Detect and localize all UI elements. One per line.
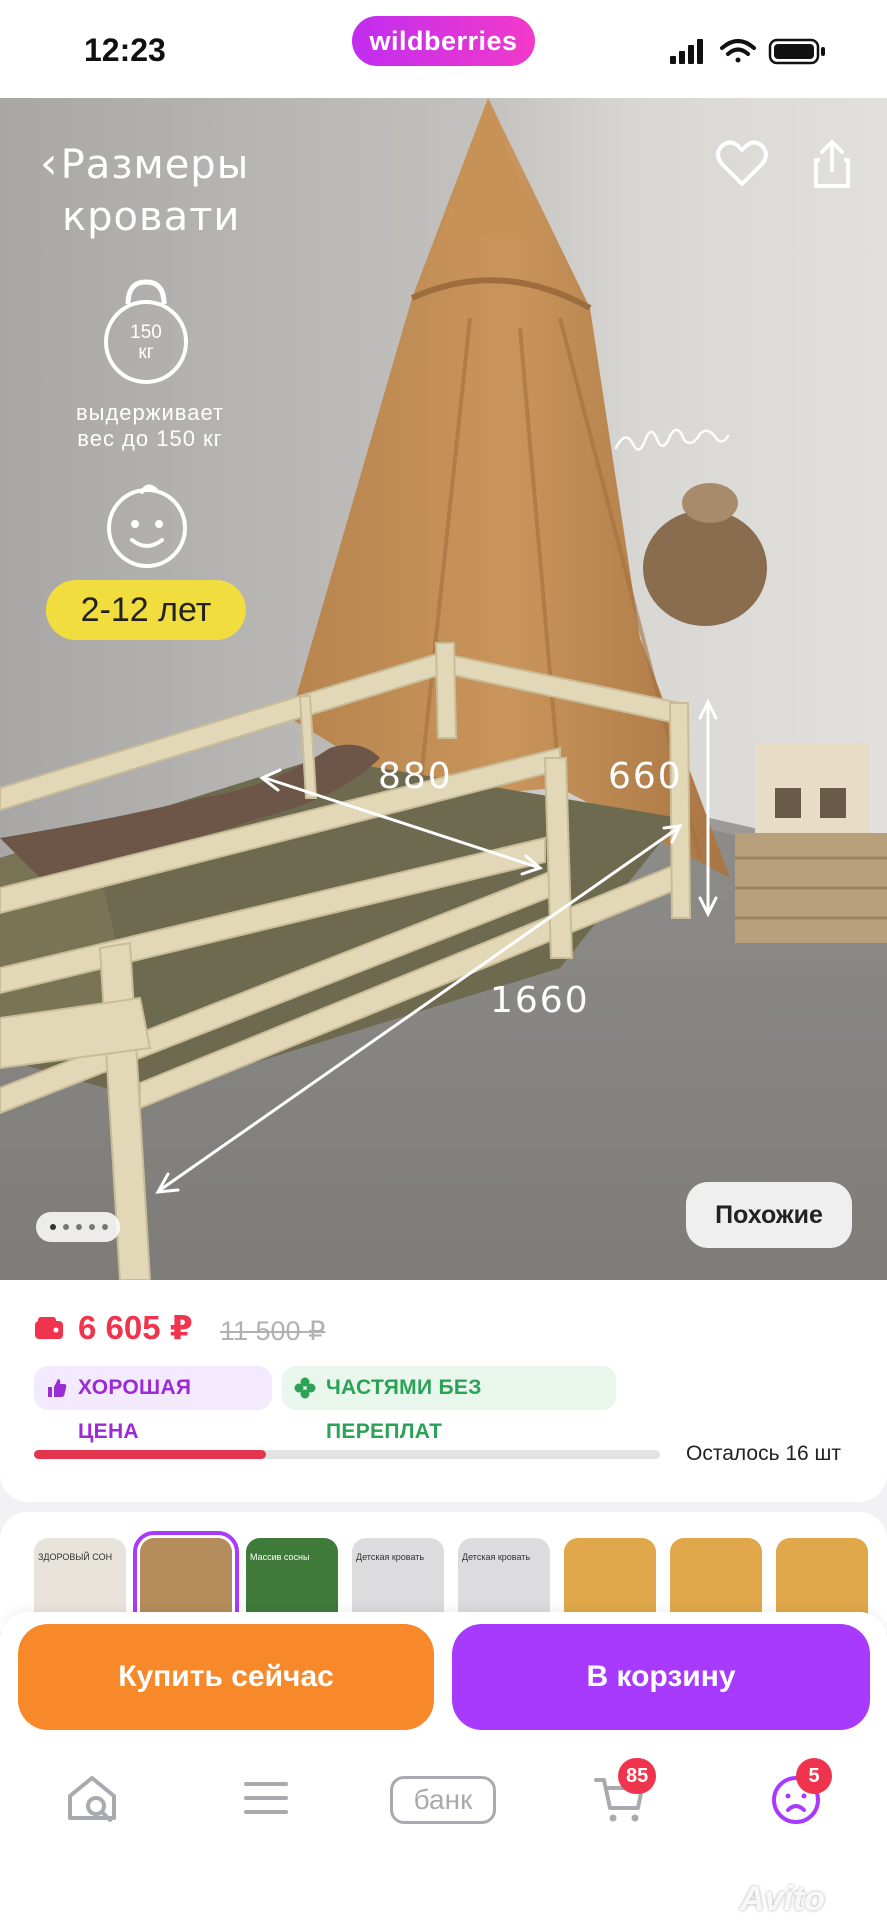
avito-watermark: Avito bbox=[740, 1880, 825, 1918]
good-price-label: ХОРОШАЯ ЦЕНА bbox=[78, 1376, 192, 1443]
cellular-signal-icon bbox=[670, 39, 703, 64]
current-price: 6 605 ₽ bbox=[78, 1309, 193, 1346]
wallet-icon bbox=[35, 1317, 63, 1339]
stock-progress-fill bbox=[34, 1450, 266, 1459]
weight-caption: выдерживает вес до 150 кг bbox=[40, 400, 260, 452]
thumbnail-label: Детская кровать bbox=[462, 1552, 531, 1562]
baby-face-icon bbox=[107, 484, 187, 568]
share-icon[interactable] bbox=[802, 134, 862, 194]
status-time: 12:23 bbox=[84, 32, 166, 68]
dimension-height: 660 bbox=[608, 756, 683, 797]
gallery-pager[interactable] bbox=[36, 1212, 120, 1242]
thumbnail-label: ЗДОРОВЫЙ СОН bbox=[38, 1552, 113, 1562]
installments-label: ЧАСТЯМИ БЕЗ ПЕРЕПЛАТ bbox=[326, 1376, 482, 1443]
bank-tab[interactable]: банк bbox=[390, 1776, 496, 1824]
action-bar: Купить сейчас В корзину bbox=[0, 1612, 887, 1732]
battery-icon bbox=[768, 38, 825, 65]
home-search-icon[interactable] bbox=[62, 1768, 122, 1828]
buy-now-button[interactable]: Купить сейчас bbox=[18, 1624, 434, 1730]
good-price-chip[interactable]: ХОРОШАЯ ЦЕНА bbox=[34, 1366, 272, 1443]
installments-chip[interactable]: ЧАСТЯМИ БЕЗ ПЕРЕПЛАТ bbox=[282, 1366, 616, 1443]
weight-caption-line2: вес до 150 кг bbox=[77, 426, 223, 451]
age-badge: 2-12 лет bbox=[46, 580, 246, 640]
signature-image bbox=[614, 428, 730, 451]
dimension-width: 880 bbox=[378, 756, 453, 797]
hero-title-line2: кровати bbox=[62, 194, 241, 240]
pager-dot bbox=[89, 1224, 95, 1230]
wifi-icon bbox=[720, 39, 756, 63]
cart-badge: 85 bbox=[618, 1758, 657, 1794]
pager-dot bbox=[102, 1224, 108, 1230]
hero-title-line1: Размеры bbox=[60, 142, 250, 188]
status-bar: 12:23 wildberries bbox=[0, 0, 887, 98]
back-button[interactable]: ‹Размеры кровати bbox=[40, 138, 249, 243]
weight-label: 150 кг bbox=[118, 323, 174, 363]
product-photo-gallery[interactable]: ‹Размеры кровати 150 кг выдерживает вес … bbox=[0, 98, 887, 1280]
add-to-cart-button[interactable]: В корзину bbox=[452, 1624, 870, 1730]
stock-remaining: Осталось 16 шт bbox=[686, 1442, 841, 1465]
stock-progress-bar bbox=[34, 1450, 660, 1459]
profile-badge: 5 bbox=[796, 1758, 832, 1794]
weight-unit: кг bbox=[138, 342, 154, 363]
pager-dot-active bbox=[50, 1224, 56, 1230]
catalog-menu-icon[interactable] bbox=[236, 1768, 296, 1828]
thumbs-up-icon bbox=[48, 1379, 67, 1397]
old-price: 11 500 ₽ bbox=[220, 1316, 326, 1346]
pager-dot bbox=[76, 1224, 82, 1230]
thumbnail-label: Массив сосны bbox=[250, 1552, 310, 1562]
similar-button[interactable]: Похожие bbox=[686, 1182, 852, 1248]
wildberries-pill[interactable]: wildberries bbox=[352, 16, 535, 66]
price-card: 6 605 ₽ 11 500 ₽ ХОРОШАЯ ЦЕНА ЧАСТЯМИ БЕ… bbox=[0, 1280, 887, 1502]
back-chevron-icon: ‹ bbox=[40, 138, 59, 189]
app-screen: 12:23 wildberries ‹Размеры кровати 150 к… bbox=[0, 0, 887, 1920]
favorite-heart-icon[interactable] bbox=[712, 134, 772, 194]
system-status-icons bbox=[670, 38, 825, 65]
clover-icon bbox=[294, 1377, 316, 1399]
dimension-length: 1660 bbox=[490, 980, 590, 1021]
weight-caption-line1: выдерживает bbox=[75, 400, 225, 425]
weight-value: 150 bbox=[130, 322, 162, 343]
thumbnail-label: Детская кровать bbox=[356, 1552, 425, 1562]
pager-dot bbox=[63, 1224, 69, 1230]
